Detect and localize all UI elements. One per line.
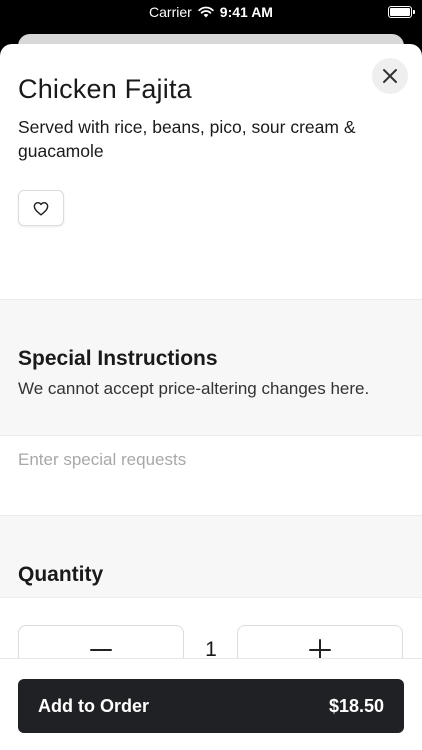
item-title: Chicken Fajita <box>18 74 192 104</box>
bottom-bar: Add to Order $18.50 <box>0 658 422 750</box>
divider <box>0 597 422 598</box>
status-bar: Carrier 9:41 AM <box>0 0 422 24</box>
carrier-label: Carrier <box>149 4 192 20</box>
battery-fill <box>390 8 410 16</box>
close-icon <box>383 69 397 83</box>
favorite-button[interactable] <box>18 190 64 226</box>
add-to-order-button[interactable]: Add to Order $18.50 <box>18 679 404 733</box>
add-to-order-label: Add to Order <box>38 695 149 716</box>
item-description: Served with rice, beans, pico, sour crea… <box>18 117 356 161</box>
special-instructions-note: We cannot accept price-altering changes … <box>18 379 370 398</box>
special-requests-input[interactable] <box>0 436 422 516</box>
order-price: $18.50 <box>328 695 384 716</box>
clock-time: 9:41 AM <box>219 4 273 20</box>
heart-icon <box>33 201 49 216</box>
battery-icon <box>388 6 415 18</box>
quantity-heading: Quantity <box>18 563 104 586</box>
close-button[interactable] <box>372 58 408 94</box>
special-instructions-heading: Special Instructions <box>18 347 218 370</box>
wifi-icon <box>198 6 214 18</box>
status-center: Carrier 9:41 AM <box>0 4 422 20</box>
